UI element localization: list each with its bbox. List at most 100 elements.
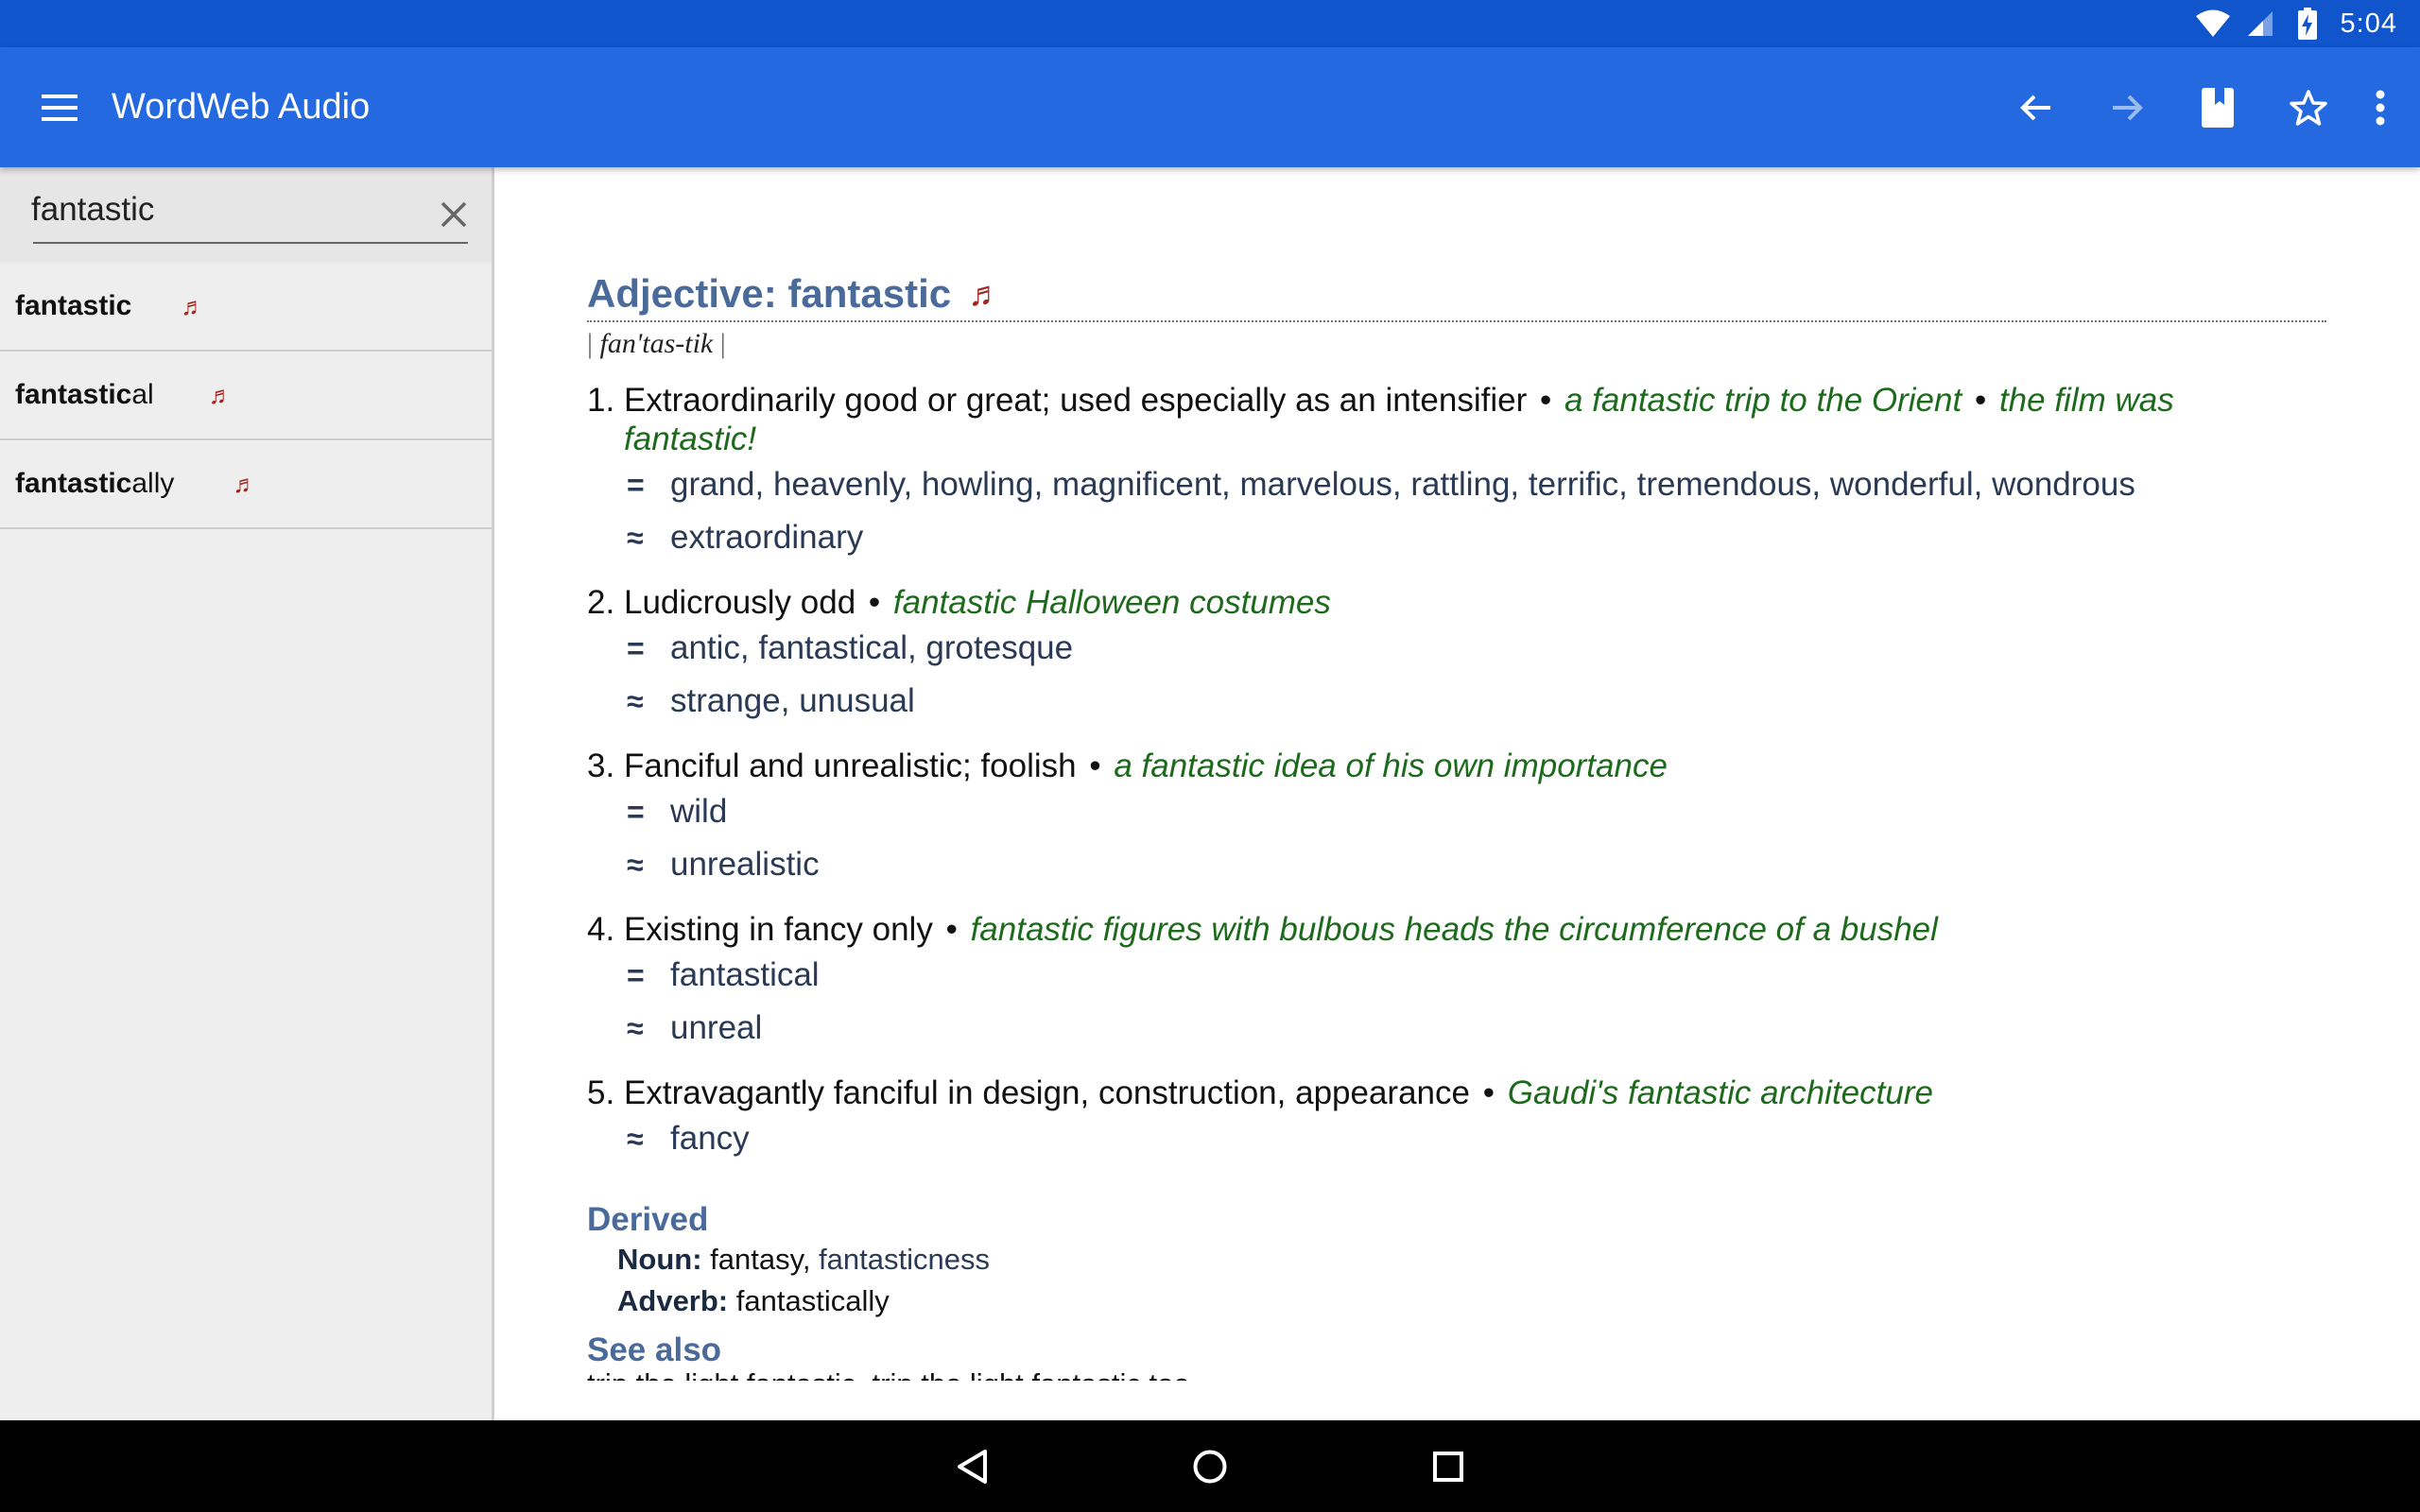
definition: Extraordinarily good or great; used espe…	[624, 382, 1528, 419]
headword-row: Adjective: fantastic ♬	[587, 271, 2326, 322]
app-bar: WordWeb Audio	[0, 47, 2420, 167]
app-actions	[1991, 62, 2416, 153]
sense-item: 5. Extravagantly fanciful in design, con…	[587, 1074, 2326, 1165]
synonyms-row: = fantastical	[627, 949, 2326, 1002]
similar-symbol: ≈	[627, 1010, 644, 1045]
result-list: fantastic ♬ fantastic al ♬ fantastic ally …	[0, 263, 492, 529]
synonyms[interactable]: grand, heavenly, howling, magnificent, m…	[670, 466, 2135, 504]
definition: Extravagantly fanciful in design, constr…	[624, 1074, 1470, 1111]
similar-row: ≈ fancy	[627, 1112, 2326, 1165]
wifi-icon	[2193, 4, 2233, 43]
see-also-text[interactable]: trip the light fantastic, trip the light…	[587, 1369, 2326, 1381]
similar-row: ≈ unrealistic	[627, 838, 2326, 891]
result-word-rest: ally	[131, 468, 175, 499]
sense-number: 5.	[587, 1074, 615, 1111]
synonym-symbol: =	[627, 467, 645, 502]
search-box	[0, 167, 492, 263]
similar-row: ≈ unreal	[627, 1002, 2326, 1055]
similar-words[interactable]: strange, unusual	[670, 682, 915, 720]
sense-list: 1. Extraordinarily good or great; used e…	[587, 381, 2326, 1165]
pronunciation: | fan'tas-tik |	[587, 328, 726, 359]
derived-noun-label: Noun:	[617, 1243, 702, 1276]
list-item[interactable]: fantastic ♬	[0, 263, 492, 352]
pronunciation-text: fan'tas-tik	[599, 328, 714, 359]
similar-words[interactable]: extraordinary	[670, 519, 863, 557]
bookmark-book-icon[interactable]	[2172, 62, 2263, 153]
see-also-title: See also	[587, 1332, 722, 1368]
cell-signal-icon	[2240, 4, 2280, 43]
forward-arrow-icon[interactable]	[2082, 62, 2172, 153]
sense-number: 3.	[587, 747, 615, 784]
search-underline	[33, 242, 468, 244]
sense-number: 4.	[587, 911, 615, 948]
list-item[interactable]: fantastic al ♬	[0, 352, 492, 440]
derived-title: Derived	[587, 1201, 709, 1238]
similar-words[interactable]: unreal	[670, 1009, 762, 1047]
similar-row: ≈ extraordinary	[627, 511, 2326, 564]
status-time: 5:04	[2340, 8, 2397, 39]
similar-words[interactable]: fancy	[670, 1120, 750, 1158]
derived-noun: Noun: fantasy, fantasticness	[617, 1243, 990, 1276]
headword: Adjective: fantastic	[587, 271, 952, 316]
search-input[interactable]	[31, 186, 409, 233]
similar-words[interactable]: unrealistic	[670, 846, 820, 884]
sidebar: fantastic ♬ fantastical ♬ fantastically …	[0, 167, 494, 1420]
definition: Ludicrously odd	[624, 584, 856, 621]
clear-search-button[interactable]	[430, 191, 477, 238]
sense-number: 2.	[587, 584, 615, 621]
similar-symbol: ≈	[627, 683, 644, 718]
similar-symbol: ≈	[627, 1121, 644, 1156]
example: fantastic Halloween costumes	[892, 584, 1331, 621]
sense-item: 3. Fanciful and unrealistic; foolish • a…	[587, 747, 2326, 891]
sense-item: 4. Existing in fancy only • fantastic fi…	[587, 910, 2326, 1055]
synonyms[interactable]: fantastical	[670, 956, 820, 994]
sense-item: 2. Ludicrously odd • fantastic Halloween…	[587, 583, 2326, 728]
nav-recents-icon[interactable]	[1396, 1420, 1500, 1512]
synonyms-row: = wild	[627, 785, 2326, 838]
example: a fantastic trip to the Orient	[1564, 382, 1962, 419]
synonyms[interactable]: wild	[670, 793, 727, 831]
music-note-icon: ♬	[233, 469, 258, 498]
result-word-rest: al	[131, 379, 154, 410]
dictionary-entry: Adjective: fantastic ♬ | fan'tas-tik | 1…	[587, 271, 2326, 1381]
synonyms-row: = antic, fantastical, grotesque	[627, 622, 2326, 675]
nav-back-icon[interactable]	[920, 1420, 1024, 1512]
star-icon[interactable]	[2263, 62, 2354, 153]
more-vert-icon[interactable]	[2354, 62, 2407, 153]
music-note-icon: ♬	[181, 291, 206, 320]
similar-symbol: ≈	[627, 520, 644, 555]
definition: Existing in fancy only	[624, 911, 933, 948]
derived-adverb-label: Adverb:	[617, 1284, 729, 1317]
synonym-symbol: =	[627, 630, 645, 665]
back-arrow-icon[interactable]	[1991, 62, 2082, 153]
result-word-bold: fantastic	[15, 379, 132, 410]
example: fantastic figures with bulbous heads the…	[970, 911, 1938, 948]
similar-row: ≈ strange, unusual	[627, 675, 2326, 728]
battery-charging-icon	[2288, 4, 2327, 43]
synonym-symbol: =	[627, 794, 645, 829]
nav-home-icon[interactable]	[1158, 1420, 1262, 1512]
status-bar: 5:04	[0, 0, 2420, 47]
sense-item: 1. Extraordinarily good or great; used e…	[587, 381, 2326, 564]
close-icon	[441, 201, 467, 228]
menu-icon[interactable]	[29, 77, 90, 138]
audio-play-icon[interactable]: ♬	[968, 274, 1002, 314]
synonyms-row: = grand, heavenly, howling, magnificent,…	[627, 458, 2326, 511]
app-title: WordWeb Audio	[112, 87, 371, 127]
example: Gaudi's fantastic architecture	[1507, 1074, 1933, 1111]
synonyms[interactable]: antic, fantastical, grotesque	[670, 629, 1073, 667]
similar-symbol: ≈	[627, 847, 644, 882]
definition-pane: Adjective: fantastic ♬ | fan'tas-tik | 1…	[497, 167, 2420, 1420]
sense-number: 1.	[587, 382, 615, 419]
derived-noun-link[interactable]: fantasticness	[819, 1243, 990, 1276]
example: a fantastic idea of his own importance	[1114, 747, 1668, 784]
derived-adverb: Adverb: fantastically	[617, 1280, 2326, 1322]
system-nav-bar	[0, 1420, 2420, 1512]
list-item[interactable]: fantastic ally ♬	[0, 440, 492, 529]
derived-adverb-words[interactable]: fantastically	[736, 1284, 890, 1317]
definition: Fanciful and unrealistic; foolish	[624, 747, 1077, 784]
synonym-symbol: =	[627, 957, 645, 992]
result-word-bold: fantastic	[15, 290, 132, 321]
derived-noun-words[interactable]: fantasy	[710, 1243, 803, 1276]
result-word-bold: fantastic	[15, 468, 132, 499]
